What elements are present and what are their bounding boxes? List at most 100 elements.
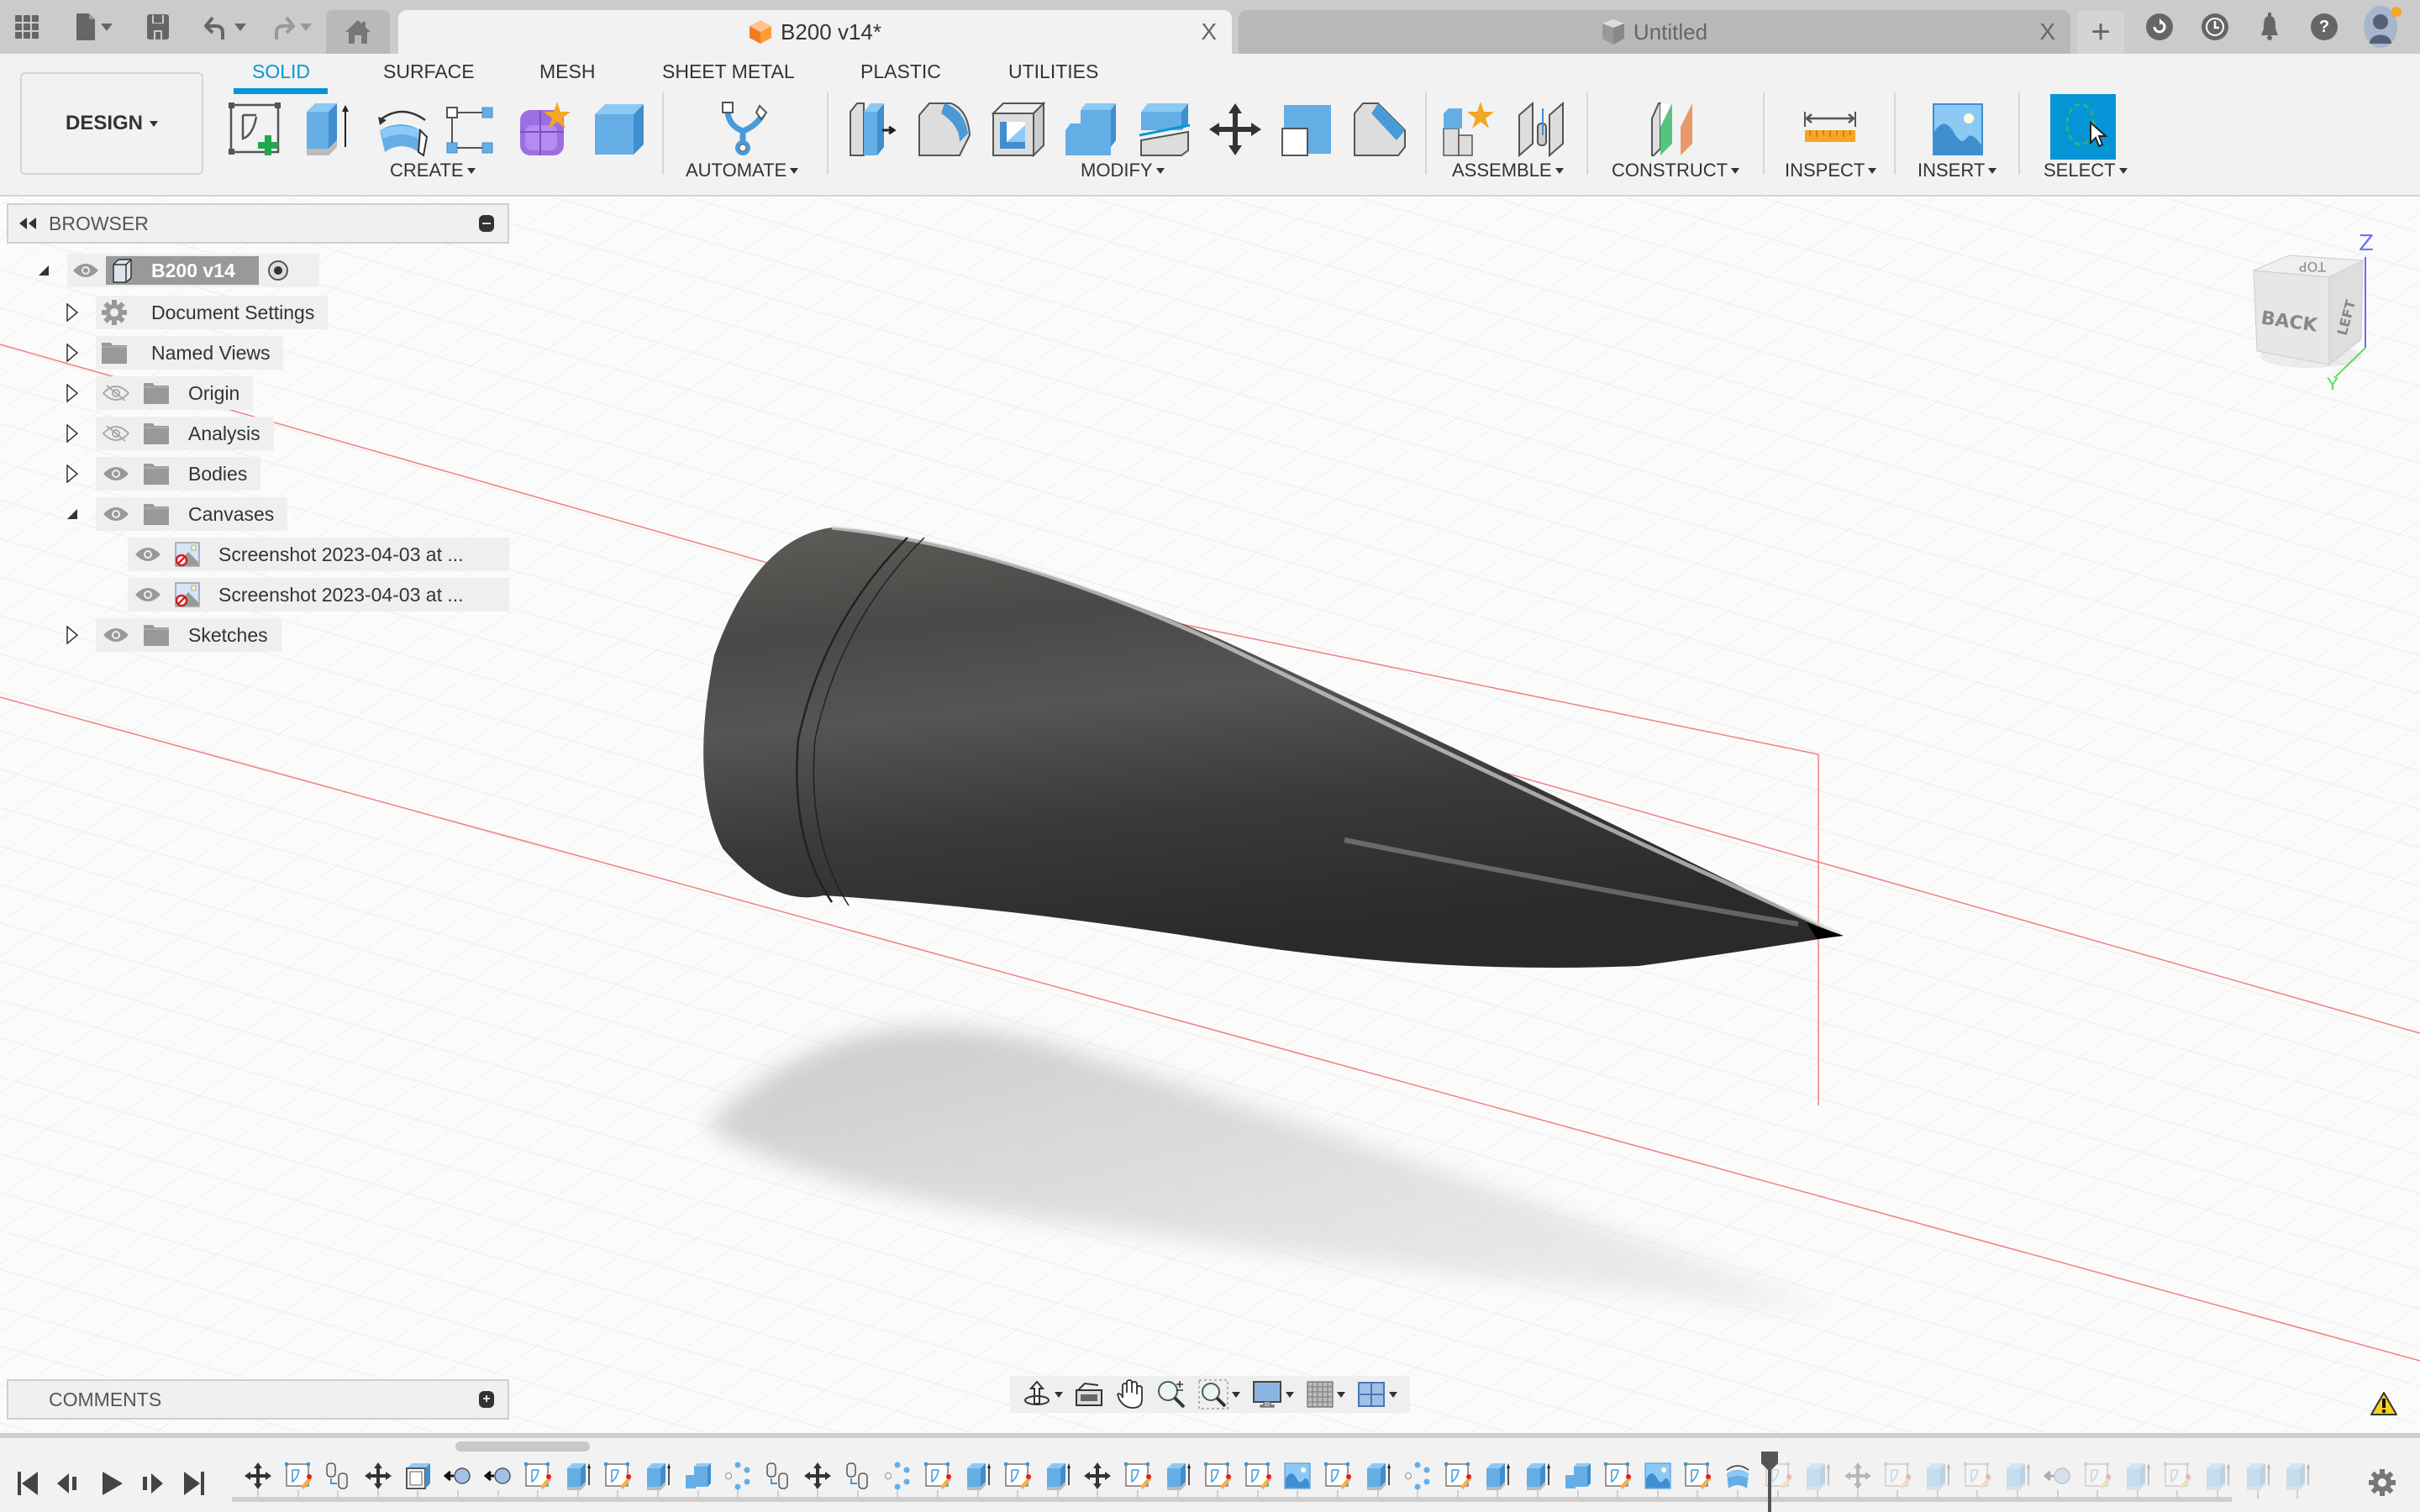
chamfer-button[interactable] xyxy=(1351,97,1408,161)
collapse-panel-icon[interactable] xyxy=(18,217,37,230)
timeline-feature-move[interactable] xyxy=(1844,1462,1872,1490)
redo-button[interactable] xyxy=(264,12,318,42)
timeline-feature-sketch[interactable] xyxy=(1323,1462,1352,1490)
expand-toggle-collapsed[interactable] xyxy=(64,625,81,645)
visibility-eye-icon[interactable] xyxy=(134,546,161,563)
visibility-eye-icon[interactable] xyxy=(134,586,161,603)
timeline-feature-joint[interactable] xyxy=(443,1462,472,1490)
file-menu-button[interactable] xyxy=(67,12,121,42)
timeline-settings-gear-icon[interactable] xyxy=(2368,1468,2396,1497)
browser-item-sketches[interactable]: Sketches xyxy=(96,618,281,652)
timeline-feature-sketch[interactable] xyxy=(1244,1462,1272,1490)
new-component-button[interactable] xyxy=(1440,97,1497,161)
offset-face-button[interactable] xyxy=(1136,97,1193,161)
avatar[interactable] xyxy=(2363,5,2402,49)
browser-item-canvas-screenshot[interactable]: Screenshot 2023-04-03 at ... xyxy=(128,538,509,571)
timeline-feature-derive[interactable] xyxy=(764,1462,792,1490)
timeline-feature-sketch[interactable] xyxy=(2083,1462,2112,1490)
revolve-button[interactable] xyxy=(373,97,430,161)
timeline-feature-extrude[interactable] xyxy=(2003,1462,2032,1490)
timeline-feature-extrude[interactable] xyxy=(564,1462,592,1490)
expand-toggle-collapsed[interactable] xyxy=(64,302,81,323)
select-button[interactable] xyxy=(2050,94,2116,160)
new-tab-button[interactable]: + xyxy=(2077,10,2124,54)
expand-toggle-collapsed[interactable] xyxy=(64,383,81,403)
tab-plastic[interactable]: PLASTIC xyxy=(860,60,941,83)
save-button[interactable] xyxy=(141,12,175,42)
timeline-feature-pattern[interactable] xyxy=(1403,1462,1432,1490)
go-to-start-button[interactable] xyxy=(15,1470,40,1497)
assemble-menu[interactable]: ASSEMBLE xyxy=(1452,160,1564,181)
combine-button[interactable] xyxy=(1062,97,1119,161)
modify-menu[interactable]: MODIFY xyxy=(1081,160,1165,181)
sweep-pattern-button[interactable] xyxy=(442,97,499,161)
shell-button[interactable] xyxy=(990,97,1047,161)
clock-icon[interactable] xyxy=(2202,13,2228,40)
timeline-feature-combine[interactable] xyxy=(684,1462,713,1490)
timeline-feature-combine[interactable] xyxy=(1564,1462,1592,1490)
expand-toggle-expanded[interactable] xyxy=(64,504,81,524)
visibility-eye-icon[interactable] xyxy=(103,465,129,482)
timeline-feature-sketch[interactable] xyxy=(284,1462,313,1490)
timeline-feature-sketch[interactable] xyxy=(1683,1462,1712,1490)
zoom-button[interactable] xyxy=(1156,1379,1186,1410)
close-tab-icon[interactable]: X xyxy=(2039,18,2055,45)
bell-icon[interactable] xyxy=(2259,12,2281,46)
browser-item-origin[interactable]: Origin xyxy=(96,376,254,410)
insert-canvas-button[interactable] xyxy=(1929,97,1986,161)
visibility-eye-icon[interactable] xyxy=(72,262,99,279)
timeline-feature-extrude[interactable] xyxy=(1923,1462,1952,1490)
timeline-feature-move[interactable] xyxy=(244,1462,272,1490)
tab-solid[interactable]: SOLID xyxy=(252,60,310,83)
close-tab-icon[interactable]: X xyxy=(1201,18,1217,45)
browser-panel-header[interactable]: BROWSER xyxy=(7,203,509,244)
browser-root-node[interactable]: B200 v14 xyxy=(67,254,319,287)
align-button[interactable] xyxy=(1277,97,1334,161)
timeline-feature-extrude[interactable] xyxy=(2283,1462,2312,1490)
visibility-eye-icon[interactable] xyxy=(103,385,129,402)
orbit-button[interactable] xyxy=(1023,1380,1064,1409)
timeline-feature-extrude[interactable] xyxy=(1523,1462,1552,1490)
home-button[interactable] xyxy=(326,10,390,54)
timeline-feature-sketch[interactable] xyxy=(1603,1462,1632,1490)
visibility-eye-icon[interactable] xyxy=(103,425,129,442)
3d-viewport[interactable]: TOP BACK LEFT Z Y xyxy=(0,198,2420,1433)
pan-button[interactable] xyxy=(1116,1379,1144,1410)
view-cube[interactable]: TOP BACK LEFT Z Y xyxy=(2252,222,2386,396)
timeline-feature-extrude[interactable] xyxy=(964,1462,992,1490)
tab-mesh[interactable]: MESH xyxy=(539,60,595,83)
activate-radio-icon[interactable] xyxy=(267,260,289,281)
timeline-feature-joint[interactable] xyxy=(483,1462,513,1490)
timeline-feature-sketch[interactable] xyxy=(923,1462,952,1490)
grid-snaps-button[interactable] xyxy=(1307,1381,1345,1408)
look-at-button[interactable] xyxy=(1075,1382,1103,1407)
timeline-feature-move[interactable] xyxy=(803,1462,832,1490)
insert-menu[interactable]: INSERT xyxy=(1918,160,1997,181)
offset-plane-button[interactable] xyxy=(1647,97,1704,161)
timeline-feature-joint[interactable] xyxy=(2043,1462,2072,1490)
browser-item-document-settings[interactable]: Document Settings xyxy=(96,296,329,329)
timeline-feature-canvas[interactable] xyxy=(1283,1462,1312,1490)
expand-toggle-collapsed[interactable] xyxy=(64,464,81,484)
viewports-button[interactable] xyxy=(1357,1381,1397,1408)
tab-surface[interactable]: SURFACE xyxy=(383,60,475,83)
visibility-eye-icon[interactable] xyxy=(103,506,129,522)
step-back-button[interactable] xyxy=(55,1470,81,1497)
undo-button[interactable] xyxy=(198,12,252,42)
display-settings-button[interactable] xyxy=(1252,1380,1295,1409)
timeline-feature-sketch[interactable] xyxy=(523,1462,552,1490)
fillet-button[interactable] xyxy=(916,97,973,161)
browser-item-named-views[interactable]: Named Views xyxy=(96,336,284,370)
timeline-feature-pattern[interactable] xyxy=(883,1462,912,1490)
timeline-feature-extrude[interactable] xyxy=(2244,1462,2272,1490)
automate-menu[interactable]: AUTOMATE xyxy=(686,160,799,181)
add-comment-icon[interactable]: + xyxy=(479,1391,494,1408)
extensions-icon[interactable] xyxy=(2146,13,2173,40)
workspace-switcher[interactable]: DESIGN xyxy=(20,72,203,175)
timeline-feature-sketch[interactable] xyxy=(1883,1462,1912,1490)
timeline-feature-sketch[interactable] xyxy=(603,1462,632,1490)
measure-button[interactable] xyxy=(1802,97,1859,161)
data-panel-button[interactable] xyxy=(12,12,42,42)
step-forward-button[interactable] xyxy=(139,1470,165,1497)
browser-item-bodies[interactable]: Bodies xyxy=(96,457,261,491)
